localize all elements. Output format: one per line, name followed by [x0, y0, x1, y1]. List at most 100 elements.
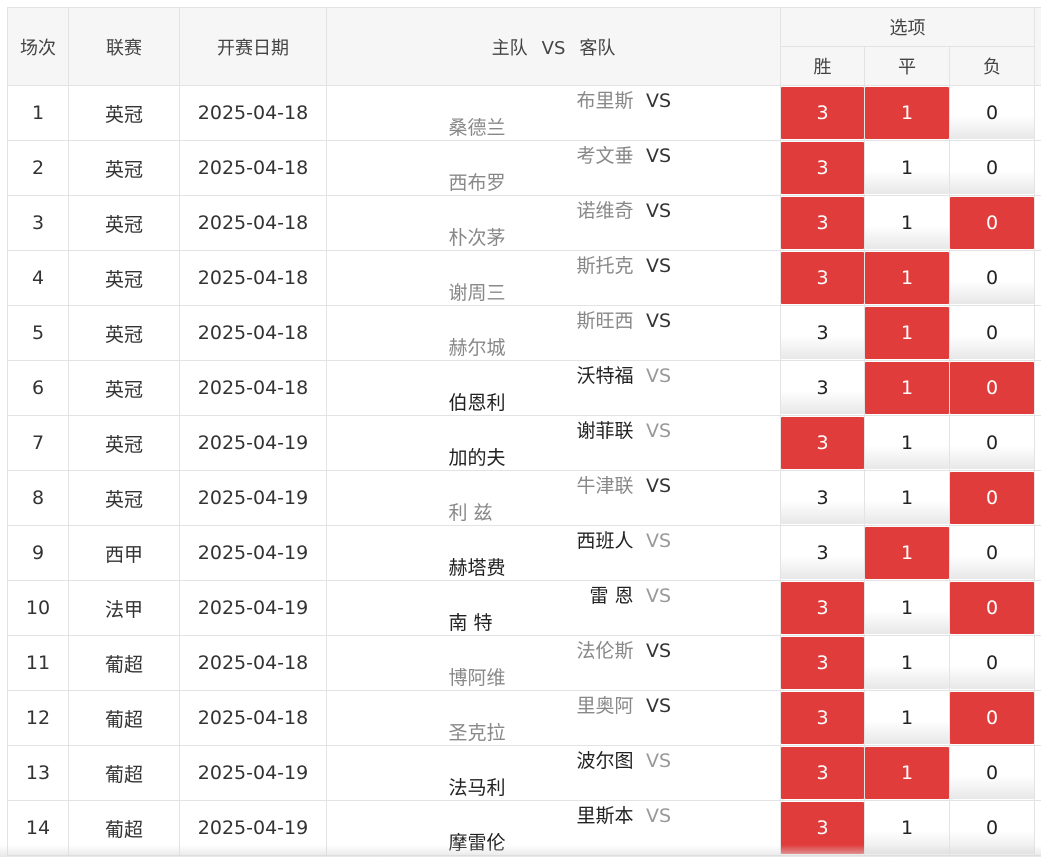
option-lose-button[interactable]: 0	[950, 307, 1035, 359]
option-win-button[interactable]: 3	[781, 142, 864, 194]
home-team: 斯旺西	[576, 310, 634, 332]
match-date: 2025-04-18	[179, 85, 327, 141]
row-spacer	[1034, 250, 1041, 306]
option-draw-button[interactable]: 1	[865, 417, 949, 469]
option-win-button[interactable]: 3	[781, 582, 864, 634]
match-date: 2025-04-19	[179, 525, 327, 581]
header-date: 开赛日期	[179, 7, 327, 86]
option-win-cell: 3	[780, 415, 865, 471]
table-row: 13 葡超 2025-04-19 波尔图 VS 法马利 3 1 0	[7, 745, 1041, 801]
match-date: 2025-04-19	[179, 470, 327, 526]
option-win-button[interactable]: 3	[781, 417, 864, 469]
option-lose-cell: 0	[948, 360, 1036, 416]
row-spacer	[1034, 85, 1041, 141]
option-draw-button[interactable]: 1	[865, 252, 949, 304]
match-no: 12	[7, 690, 69, 746]
option-draw-cell: 1	[864, 85, 950, 141]
match-no: 11	[7, 635, 69, 691]
option-win-button[interactable]: 3	[781, 252, 864, 304]
option-lose-button[interactable]: 0	[950, 527, 1035, 579]
option-lose-button[interactable]: 0	[950, 87, 1035, 139]
match-teams: 波尔图 VS 法马利	[326, 745, 781, 801]
league-name: 英冠	[68, 305, 180, 361]
option-draw-button[interactable]: 1	[865, 802, 949, 854]
table-row: 7 英冠 2025-04-19 谢菲联 VS 加的夫 3 1 0	[7, 415, 1041, 471]
option-lose-button[interactable]: 0	[950, 362, 1035, 414]
league-name: 英冠	[68, 85, 180, 141]
vs-label: VS	[645, 805, 672, 827]
option-draw-button[interactable]: 1	[865, 692, 949, 744]
option-win-button[interactable]: 3	[781, 307, 864, 359]
option-win-button[interactable]: 3	[781, 527, 864, 579]
league-name: 英冠	[68, 140, 180, 196]
home-team: 里斯本	[576, 805, 634, 827]
row-spacer	[1034, 415, 1041, 471]
option-draw-button[interactable]: 1	[865, 637, 949, 689]
option-draw-button[interactable]: 1	[865, 307, 949, 359]
option-win-button[interactable]: 3	[781, 472, 864, 524]
option-draw-button[interactable]: 1	[865, 197, 949, 249]
option-lose-button[interactable]: 0	[950, 637, 1035, 689]
league-name: 葡超	[68, 800, 180, 856]
vs-label: VS	[645, 145, 672, 167]
option-win-button[interactable]: 3	[781, 747, 864, 799]
option-win-button[interactable]: 3	[781, 362, 864, 414]
table-row: 4 英冠 2025-04-18 斯托克 VS 谢周三 3 1 0	[7, 250, 1041, 306]
vs-label: VS	[645, 585, 672, 607]
option-lose-cell: 0	[948, 690, 1036, 746]
header-league: 联赛	[68, 7, 180, 86]
vs-label: VS	[645, 750, 672, 772]
away-team: 南 特	[448, 612, 493, 634]
row-spacer	[1034, 635, 1041, 691]
vs-label: VS	[645, 310, 672, 332]
option-draw-cell: 1	[864, 250, 950, 306]
header-row: 场次 联赛 开赛日期 主队 VS 客队 选项	[7, 7, 1041, 86]
option-lose-button[interactable]: 0	[950, 472, 1035, 524]
option-draw-button[interactable]: 1	[865, 362, 949, 414]
match-teams: 牛津联 VS 利 兹	[326, 470, 781, 526]
option-draw-button[interactable]: 1	[865, 472, 949, 524]
league-name: 法甲	[68, 580, 180, 636]
option-draw-button[interactable]: 1	[865, 582, 949, 634]
option-lose-button[interactable]: 0	[950, 582, 1035, 634]
option-lose-button[interactable]: 0	[950, 142, 1035, 194]
header-home: 主队	[491, 37, 528, 59]
option-lose-button[interactable]: 0	[950, 417, 1035, 469]
option-lose-button[interactable]: 0	[950, 747, 1035, 799]
option-lose-button[interactable]: 0	[950, 197, 1035, 249]
vs-label: VS	[645, 640, 672, 662]
match-teams: 里斯本 VS 摩雷伦	[326, 800, 781, 856]
option-draw-button[interactable]: 1	[865, 527, 949, 579]
option-draw-button[interactable]: 1	[865, 747, 949, 799]
header-away: 客队	[579, 37, 616, 59]
match-teams: 诺维奇 VS 朴次茅	[326, 195, 781, 251]
home-team: 考文垂	[576, 145, 634, 167]
option-win-button[interactable]: 3	[781, 692, 864, 744]
match-no: 4	[7, 250, 69, 306]
row-spacer	[1034, 525, 1041, 581]
match-no: 5	[7, 305, 69, 361]
row-spacer	[1034, 305, 1041, 361]
option-lose-button[interactable]: 0	[950, 692, 1035, 744]
option-draw-cell: 1	[864, 635, 950, 691]
option-draw-button[interactable]: 1	[865, 142, 949, 194]
option-win-button[interactable]: 3	[781, 637, 864, 689]
option-lose-button[interactable]: 0	[950, 252, 1035, 304]
option-draw-cell: 1	[864, 195, 950, 251]
away-team: 桑德兰	[448, 117, 506, 139]
match-date: 2025-04-19	[179, 580, 327, 636]
option-win-button[interactable]: 3	[781, 87, 864, 139]
option-win-button[interactable]: 3	[781, 197, 864, 249]
option-win-button[interactable]: 3	[781, 802, 864, 854]
option-lose-cell: 0	[948, 195, 1036, 251]
vs-label: VS	[645, 420, 672, 442]
option-lose-cell: 0	[948, 250, 1036, 306]
header-spacer	[1034, 7, 1041, 86]
vs-label: VS	[645, 695, 672, 717]
row-spacer	[1034, 580, 1041, 636]
table-row: 6 英冠 2025-04-18 沃特福 VS 伯恩利 3 1 0	[7, 360, 1041, 416]
league-name: 葡超	[68, 745, 180, 801]
header-teams: 主队 VS 客队	[326, 7, 781, 86]
option-lose-button[interactable]: 0	[950, 802, 1035, 854]
option-draw-button[interactable]: 1	[865, 87, 949, 139]
